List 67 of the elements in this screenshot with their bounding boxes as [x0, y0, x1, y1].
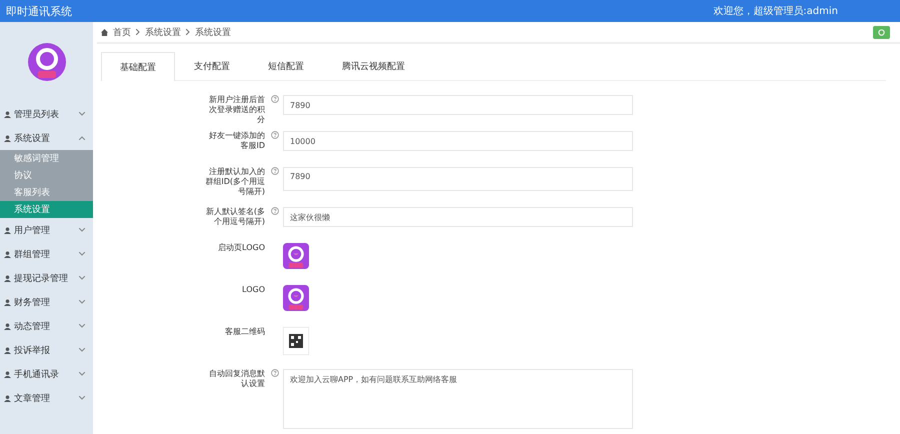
chevron-icon: [79, 348, 85, 352]
chevron-icon: [79, 228, 85, 232]
chevron-icon: [79, 112, 85, 116]
sidebar-item[interactable]: 提现记录管理: [0, 266, 93, 290]
chevron-icon: [79, 300, 85, 304]
breadcrumb-link[interactable]: 系统设置: [145, 26, 181, 38]
menu-icon: [4, 298, 11, 306]
app-logo-icon: [283, 243, 309, 269]
chevron-icon: [79, 396, 85, 400]
sidebar-item[interactable]: 手机通讯录: [0, 362, 93, 386]
help-icon: [271, 167, 279, 175]
menu-icon: [4, 370, 11, 378]
sidebar-item[interactable]: 投诉举报: [0, 338, 93, 362]
field-label: 注册默认加入的群组ID(多个用逗号隔开): [204, 167, 265, 197]
chevron-icon: [79, 372, 85, 376]
menu-icon: [4, 346, 11, 354]
help-icon: [271, 131, 279, 139]
qr-code-icon: [283, 327, 309, 355]
submenu-item[interactable]: 系统设置: [0, 201, 93, 218]
menu-icon: [4, 394, 11, 402]
app-logo-icon: [283, 285, 309, 311]
field-label: 客服二维码: [224, 327, 265, 337]
tab[interactable]: 短信配置: [249, 52, 323, 80]
welcome-text: 欢迎您，超级管理员:admin: [713, 4, 838, 18]
text-field[interactable]: 这家伙很懒: [283, 207, 633, 227]
chevron-right-icon: [186, 29, 190, 35]
home-icon: [101, 28, 108, 36]
sidebar-item[interactable]: 动态管理: [0, 314, 93, 338]
chevron-icon: [79, 324, 85, 328]
menu-icon: [4, 250, 11, 258]
text-area[interactable]: 欢迎加入云聊APP，如有问题联系互助网络客服: [283, 369, 633, 429]
menu-icon: [4, 110, 11, 118]
sidebar-item[interactable]: 用户管理: [0, 218, 93, 242]
menu-icon: [4, 226, 11, 234]
sidebar-item[interactable]: 系统设置: [0, 126, 93, 150]
sidebar-item[interactable]: 文章管理: [0, 386, 93, 410]
tab[interactable]: 基础配置: [101, 52, 175, 81]
sidebar-item[interactable]: 管理员列表: [0, 102, 93, 126]
menu-icon: [4, 322, 11, 330]
field-label: 新用户注册后首次登录赠送的积分: [208, 95, 265, 125]
chevron-right-icon: [136, 29, 140, 35]
help-icon: [271, 207, 279, 215]
sidebar-item[interactable]: 财务管理: [0, 290, 93, 314]
menu-icon: [4, 274, 11, 282]
tab[interactable]: 支付配置: [175, 52, 249, 80]
tab[interactable]: 腾讯云视频配置: [323, 52, 424, 80]
refresh-button[interactable]: [873, 26, 890, 38]
sidebar-item[interactable]: 群组管理: [0, 242, 93, 266]
chevron-icon: [79, 252, 85, 256]
help-icon: [271, 369, 279, 377]
refresh-icon: [878, 28, 885, 36]
logo-icon: [26, 42, 66, 82]
field-label: LOGO: [241, 285, 265, 295]
chevron-icon: [79, 276, 85, 280]
text-area[interactable]: 7890: [283, 167, 633, 191]
field-label: 好友一键添加的客服ID: [208, 131, 265, 151]
text-field[interactable]: 10000: [283, 131, 633, 151]
field-label: 启动页LOGO: [217, 243, 265, 253]
help-icon: [271, 95, 279, 103]
menu-icon: [4, 134, 11, 142]
field-label: 新人默认签名(多个用逗号隔开): [204, 207, 265, 227]
breadcrumb-link[interactable]: 首页: [113, 26, 131, 38]
app-title: 即时通讯系统: [6, 4, 72, 18]
field-label: 自动回复消息默认设置: [208, 369, 265, 389]
chevron-icon: [79, 136, 85, 140]
breadcrumb-link[interactable]: 系统设置: [195, 26, 231, 38]
text-field[interactable]: 7890: [283, 95, 633, 115]
